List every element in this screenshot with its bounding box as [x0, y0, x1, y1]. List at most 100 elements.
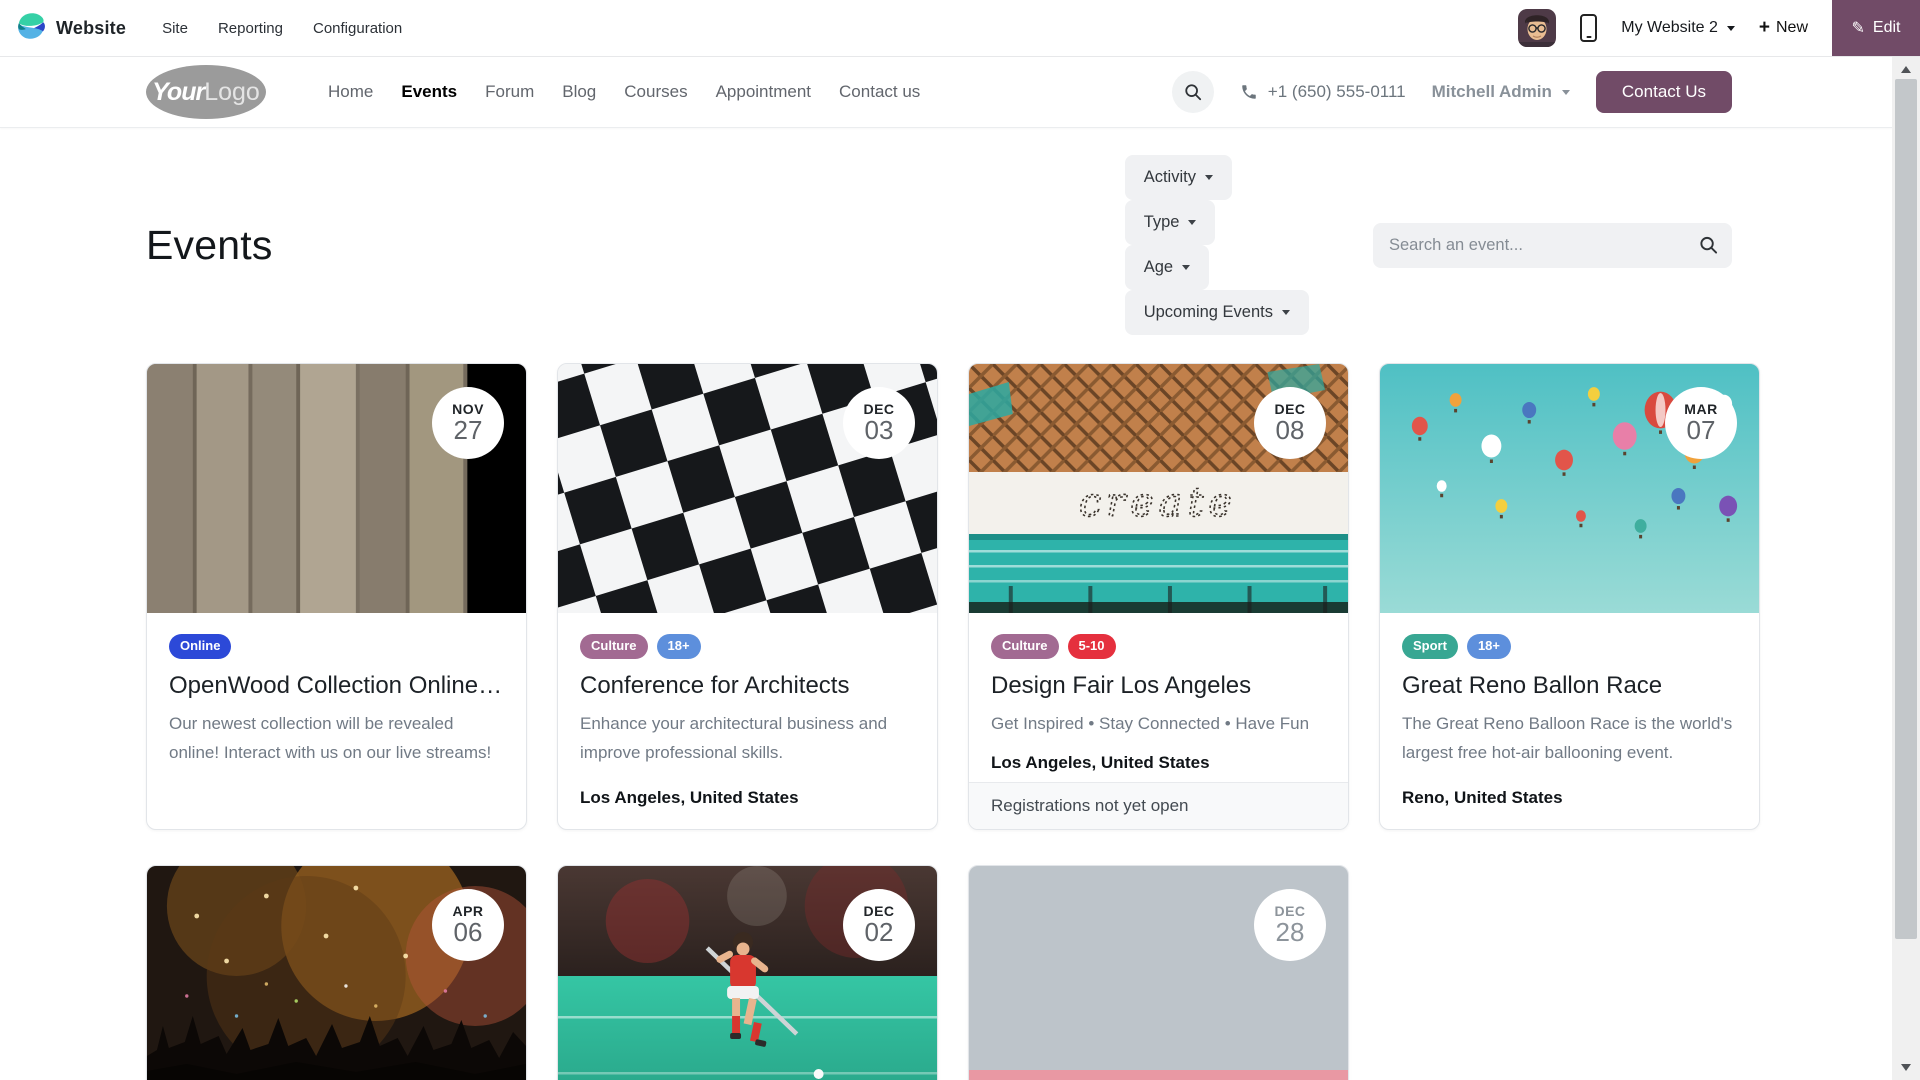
event-date-badge: APR06 — [432, 889, 504, 961]
search-icon — [1184, 83, 1202, 101]
event-date-badge: DEC02 — [843, 889, 915, 961]
event-card[interactable]: MAR07 Sport 18+ Great Reno Ballon Race The G… — [1379, 363, 1760, 830]
event-date-day: 27 — [454, 417, 483, 444]
user-menu[interactable]: Mitchell Admin — [1432, 82, 1570, 102]
svg-text:create: create — [1079, 480, 1237, 526]
app-top-menu: Site Reporting Configuration — [162, 20, 402, 37]
nav-item-home[interactable]: Home — [328, 82, 373, 102]
chevron-down-icon — [1205, 175, 1213, 180]
plus-icon: + — [1759, 17, 1770, 39]
event-date-day: 03 — [865, 417, 894, 444]
event-tag-badge: 18+ — [1467, 634, 1511, 659]
event-tag-badge: 5-10 — [1068, 634, 1116, 659]
event-tag-badge: Sport — [1402, 634, 1458, 659]
nav-item-events[interactable]: Events — [401, 82, 457, 102]
nav-item-courses[interactable]: Courses — [624, 82, 687, 102]
site-logo-text-bold: Your — [152, 78, 204, 107]
event-location: Reno, United States — [1402, 788, 1737, 808]
search-icon[interactable] — [1699, 236, 1718, 255]
event-title[interactable]: OpenWood Collection Online… — [169, 672, 504, 700]
filter-upcoming-events[interactable]: Upcoming Events — [1125, 290, 1309, 335]
event-card[interactable]: NOV27 Online OpenWood Collection Online… Ou… — [146, 363, 527, 830]
event-description: Enhance your architectural business and … — [580, 709, 915, 767]
site-nav: Home Events Forum Blog Courses Appointment Con… — [328, 82, 920, 102]
edit-button[interactable]: ✎ Edit — [1832, 0, 1920, 56]
event-title[interactable]: Great Reno Ballon Race — [1402, 672, 1737, 700]
scrollbar-thumb[interactable] — [1895, 79, 1917, 939]
chevron-down-icon — [1562, 90, 1570, 95]
pencil-icon: ✎ — [1852, 18, 1865, 38]
event-search-input[interactable] — [1373, 223, 1732, 268]
phone-icon — [1240, 83, 1258, 101]
event-date-badge: DEC03 — [843, 387, 915, 459]
event-date-month: APR — [452, 904, 483, 919]
site-logo-text-light: Logo — [204, 78, 260, 107]
event-card-image: NOV27 — [147, 364, 526, 613]
new-button[interactable]: + New — [1759, 17, 1808, 39]
mobile-preview-icon[interactable] — [1580, 14, 1597, 42]
site-header: YourLogo Home Events Forum Blog Courses Appoi… — [0, 57, 1920, 128]
filter-type[interactable]: Type — [1125, 200, 1216, 245]
events-grid: NOV27 Online OpenWood Collection Online… Ou… — [146, 363, 1732, 1080]
unpublished-ribbon: ⊘Unpublished — [969, 1070, 1348, 1080]
header-search-button[interactable] — [1172, 71, 1214, 113]
event-title[interactable]: Conference for Architects — [580, 672, 915, 700]
header-phone-number: +1 (650) 555-0111 — [1268, 82, 1406, 102]
nav-item-forum[interactable]: Forum — [485, 82, 534, 102]
events-page: Events ActivityTypeAgeUpcoming Events NO… — [0, 155, 1920, 1080]
website-switcher-label: My Website 2 — [1621, 19, 1718, 37]
event-date-month: DEC — [863, 904, 894, 919]
event-card[interactable]: DEC03Culture18+Conference for Architects… — [557, 363, 938, 830]
event-tag-badge: Online — [169, 634, 231, 659]
event-card-image: DEC28 ⊘Unpublished — [969, 866, 1348, 1080]
event-date-month: DEC — [863, 402, 894, 417]
event-date-day: 06 — [454, 919, 483, 946]
scrollbar-up-arrow[interactable] — [1901, 66, 1911, 73]
event-card-image: DEC03 — [558, 364, 937, 613]
event-date-day: 02 — [865, 919, 894, 946]
event-location: Los Angeles, United States — [580, 788, 915, 808]
event-description: Get Inspired • Stay Connected • Have Fun — [991, 709, 1326, 738]
event-card[interactable]: DEC02Sport10-14Hockey TournamentBring yo… — [557, 865, 938, 1080]
event-date-badge: DEC28 — [1254, 889, 1326, 961]
topmenu-item-configuration[interactable]: Configuration — [313, 20, 402, 37]
event-card[interactable]: create DEC08 Culture 5-10 Design Fair Los A… — [968, 363, 1349, 830]
event-date-month: DEC — [1274, 904, 1305, 919]
site-logo[interactable]: YourLogo — [146, 65, 266, 119]
event-filters: ActivityTypeAgeUpcoming Events — [1098, 155, 1732, 335]
topmenu-item-reporting[interactable]: Reporting — [218, 20, 283, 37]
nav-item-appointment[interactable]: Appointment — [716, 82, 811, 102]
chevron-down-icon — [1188, 220, 1196, 225]
event-date-day: 28 — [1276, 919, 1305, 946]
event-date-month: NOV — [452, 402, 484, 417]
event-tag-badge: Culture — [991, 634, 1059, 659]
page-scrollbar[interactable] — [1892, 57, 1920, 1080]
event-date-badge: MAR07 — [1665, 387, 1737, 459]
scrollbar-down-arrow[interactable] — [1901, 1064, 1911, 1071]
event-card[interactable]: APR06Music15-18Live Music FestivalExperi… — [146, 865, 527, 1080]
header-phone[interactable]: +1 (650) 555-0111 — [1240, 82, 1406, 102]
website-app-brand[interactable]: Website — [16, 11, 126, 46]
filter-activity[interactable]: Activity — [1125, 155, 1232, 200]
event-card-image: create DEC08 — [969, 364, 1348, 613]
event-description: The Great Reno Balloon Race is the world… — [1402, 709, 1737, 767]
contact-us-button[interactable]: Contact Us — [1596, 71, 1732, 113]
event-tag-badge: 18+ — [657, 634, 701, 659]
event-card-image: APR06 — [147, 866, 526, 1080]
event-title[interactable]: Design Fair Los Angeles — [991, 672, 1326, 700]
event-card-image: DEC02 — [558, 866, 937, 1080]
event-description: Our newest collection will be revealed o… — [169, 709, 504, 767]
nav-item-contact-us[interactable]: Contact us — [839, 82, 920, 102]
edit-button-label: Edit — [1873, 19, 1901, 37]
nav-item-blog[interactable]: Blog — [562, 82, 596, 102]
event-card[interactable]: DEC28⊘UnpublishedAn unpublished event — [968, 865, 1349, 1080]
user-avatar[interactable] — [1518, 9, 1556, 47]
website-app-icon — [16, 11, 46, 46]
website-switcher[interactable]: My Website 2 — [1621, 19, 1735, 37]
filter-age[interactable]: Age — [1125, 245, 1209, 290]
app-topbar: Website Site Reporting Configuration — [0, 0, 1920, 57]
user-menu-label: Mitchell Admin — [1432, 82, 1552, 102]
event-date-day: 07 — [1687, 417, 1716, 444]
event-date-month: DEC — [1274, 402, 1305, 417]
topmenu-item-site[interactable]: Site — [162, 20, 188, 37]
